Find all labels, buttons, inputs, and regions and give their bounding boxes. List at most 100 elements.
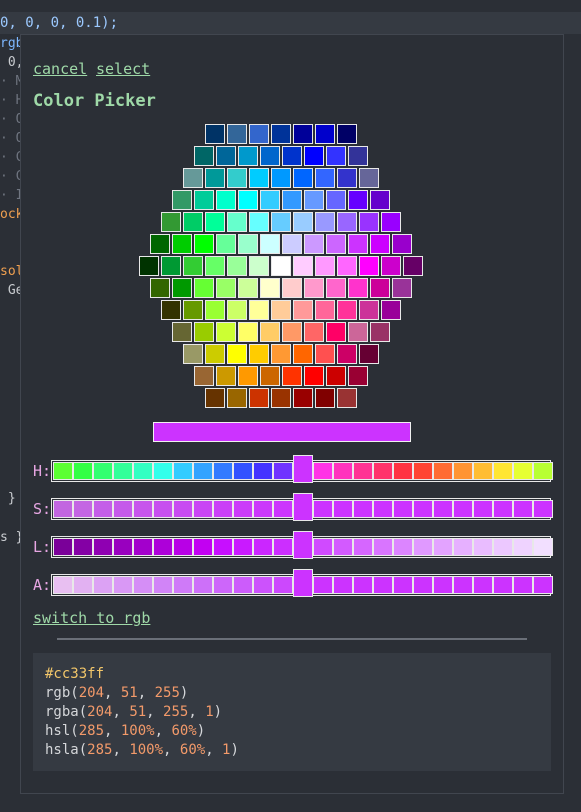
color-swatch[interactable] [238,366,258,386]
color-swatch[interactable] [282,366,302,386]
slider-step[interactable] [353,538,373,556]
slider-step[interactable] [493,462,513,480]
slider-step[interactable] [93,462,113,480]
slider-step[interactable] [133,538,153,556]
slider-step[interactable] [313,462,333,480]
color-swatch[interactable] [282,234,302,254]
slider-step[interactable] [353,500,373,518]
slider-step[interactable] [333,576,353,594]
slider-step[interactable] [133,576,153,594]
switch-to-rgb-link[interactable]: switch to rgb [33,609,150,627]
slider-step[interactable] [173,538,193,556]
slider-step[interactable] [73,462,93,480]
slider-step[interactable] [433,462,453,480]
color-swatch[interactable] [315,256,335,276]
color-swatch[interactable] [161,300,181,320]
slider-step[interactable] [513,500,533,518]
color-swatch[interactable] [249,344,269,364]
slider-step[interactable] [53,576,73,594]
slider-step[interactable] [513,462,533,480]
color-swatch[interactable] [304,234,324,254]
slider-track[interactable] [51,569,553,597]
slider-step[interactable] [93,538,113,556]
color-swatch[interactable] [271,256,291,276]
slider-step[interactable] [213,500,233,518]
color-swatch[interactable] [205,212,225,232]
color-swatch[interactable] [392,278,412,298]
color-swatch[interactable] [293,256,313,276]
slider-step[interactable] [233,500,253,518]
color-swatch[interactable] [205,300,225,320]
color-swatch[interactable] [249,256,269,276]
slider-step[interactable] [133,462,153,480]
slider-step[interactable] [53,538,73,556]
color-swatch[interactable] [216,146,236,166]
color-swatch[interactable] [293,212,313,232]
slider-step[interactable] [153,462,173,480]
color-swatch[interactable] [216,322,236,342]
slider-step[interactable] [333,462,353,480]
color-swatch[interactable] [238,190,258,210]
slider-step[interactable] [393,462,413,480]
slider-step[interactable] [513,538,533,556]
slider-step[interactable] [233,462,253,480]
color-swatch[interactable] [304,190,324,210]
slider-step[interactable] [373,500,393,518]
slider-handle[interactable] [293,531,313,559]
slider-step[interactable] [153,538,173,556]
color-swatch[interactable] [304,322,324,342]
slider-step[interactable] [313,576,333,594]
color-swatch[interactable] [183,212,203,232]
slider-step[interactable] [493,538,513,556]
slider-step[interactable] [493,576,513,594]
color-swatch[interactable] [348,146,368,166]
color-swatch[interactable] [172,190,192,210]
color-swatch[interactable] [337,388,357,408]
slider-step[interactable] [253,538,273,556]
slider-step[interactable] [353,576,373,594]
slider-step[interactable] [173,576,193,594]
slider-step[interactable] [153,576,173,594]
slider-step[interactable] [233,576,253,594]
color-swatch[interactable] [216,278,236,298]
color-swatch[interactable] [194,146,214,166]
slider-step[interactable] [453,500,473,518]
slider-step[interactable] [493,500,513,518]
slider-step[interactable] [213,576,233,594]
slider-step[interactable] [413,500,433,518]
color-swatch[interactable] [293,344,313,364]
color-swatch[interactable] [183,256,203,276]
slider-step[interactable] [333,538,353,556]
slider-step[interactable] [393,500,413,518]
color-swatch[interactable] [370,190,390,210]
slider-step[interactable] [473,576,493,594]
color-swatch[interactable] [315,388,335,408]
color-swatch[interactable] [249,300,269,320]
color-swatch[interactable] [348,234,368,254]
color-swatch[interactable] [238,322,258,342]
slider-step[interactable] [433,500,453,518]
color-swatch[interactable] [205,168,225,188]
slider-track[interactable] [51,531,553,559]
color-swatch[interactable] [337,124,357,144]
color-swatch[interactable] [381,256,401,276]
color-swatch[interactable] [161,212,181,232]
slider-step[interactable] [533,462,553,480]
slider-step[interactable] [393,576,413,594]
color-swatch[interactable] [403,256,423,276]
color-swatch[interactable] [216,190,236,210]
color-swatch[interactable] [304,146,324,166]
color-swatch[interactable] [304,366,324,386]
color-swatch[interactable] [150,234,170,254]
color-swatch[interactable] [282,146,302,166]
color-swatch[interactable] [326,366,346,386]
color-swatch[interactable] [282,278,302,298]
slider-step[interactable] [513,576,533,594]
color-swatch[interactable] [194,322,214,342]
color-swatch[interactable] [337,212,357,232]
slider-step[interactable] [433,538,453,556]
color-swatch[interactable] [348,278,368,298]
slider-step[interactable] [273,462,293,480]
color-swatch[interactable] [194,190,214,210]
color-swatch[interactable] [337,168,357,188]
